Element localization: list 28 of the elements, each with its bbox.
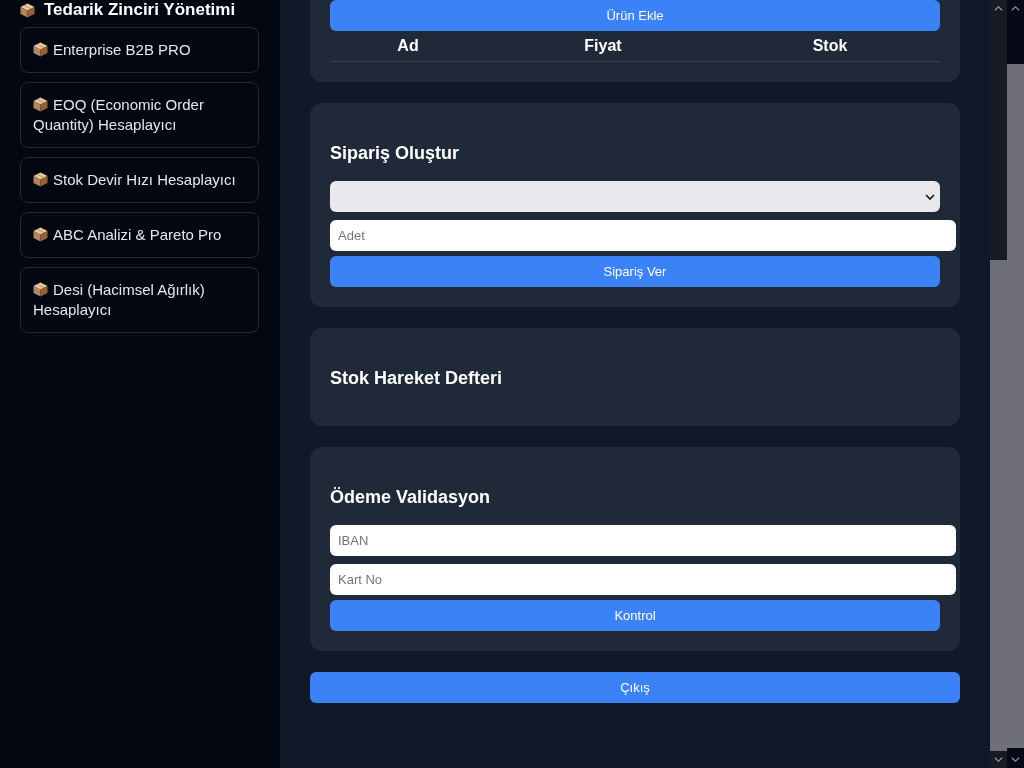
input-field[interactable]: IBAN	[330, 525, 956, 556]
sidebar-item[interactable]: EOQ (Economic Order Quantity) Hesaplayıcı	[20, 82, 259, 148]
column-header: Stok	[812, 37, 848, 55]
package-icon	[20, 2, 35, 18]
input-field[interactable]: Adet	[330, 220, 956, 251]
section-title: Ödeme Validasyon	[330, 487, 492, 507]
package-icon	[33, 227, 48, 242]
action-button[interactable]: Ürün Ekle	[330, 0, 940, 31]
section-title: Stok Hareket Defteri	[330, 368, 504, 388]
section-title: Sipariş Oluştur	[330, 143, 461, 163]
sidebar-item[interactable]: Desi (Hacimsel Ağırlık) Hesaplayıcı	[20, 267, 259, 333]
action-button[interactable]: Sipariş Ver	[330, 256, 940, 287]
input-field[interactable]: Kart No	[330, 564, 956, 595]
package-icon	[33, 172, 48, 187]
action-button[interactable]: Kontrol	[330, 600, 940, 631]
package-icon	[33, 97, 48, 112]
package-icon	[33, 282, 48, 297]
dropdown-field[interactable]	[330, 181, 940, 212]
package-icon	[33, 42, 48, 57]
column-header: Fiyat	[584, 37, 622, 55]
scrollbar-thumb[interactable]	[990, 260, 1007, 751]
sidebar-item[interactable]: Enterprise B2B PRO	[20, 27, 259, 73]
chevron-down-icon	[925, 193, 935, 200]
column-header: Ad	[397, 37, 419, 55]
sidebar-title: Tedarik Zinciri Yönetimi	[44, 0, 236, 20]
sidebar-item[interactable]: ABC Analizi & Pareto Pro	[20, 212, 259, 258]
sidebar-item[interactable]: Stok Devir Hızı Hesaplayıcı	[20, 157, 259, 203]
exit-button[interactable]: Çıkış	[310, 672, 960, 703]
